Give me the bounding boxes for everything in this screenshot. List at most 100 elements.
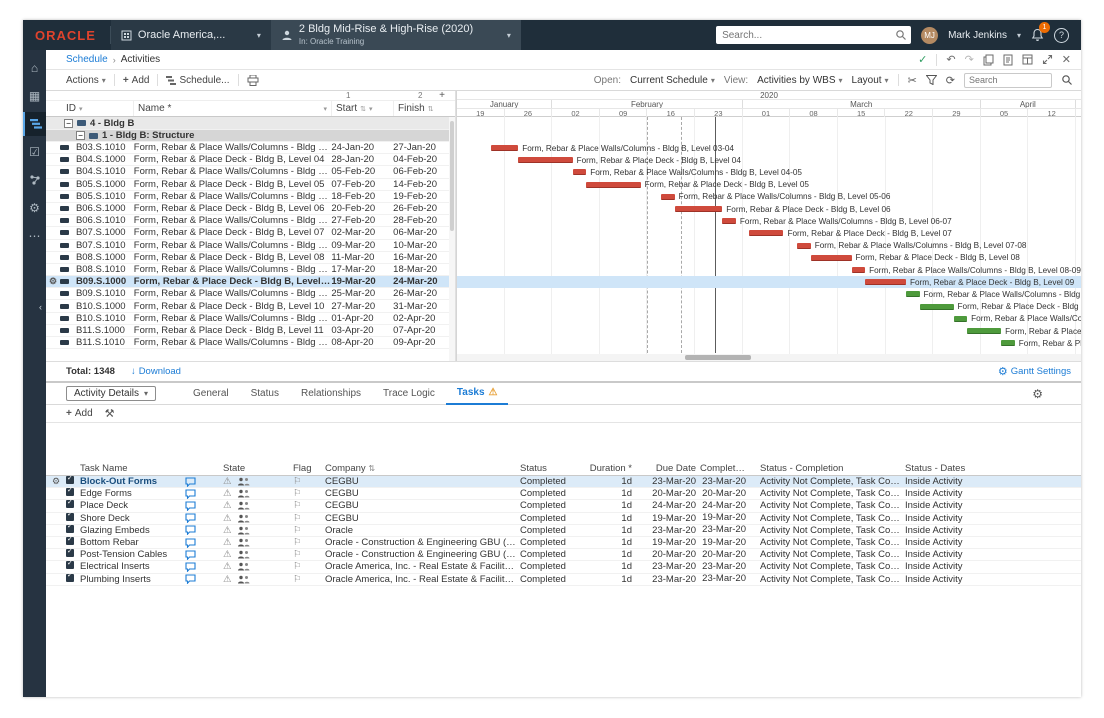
column-header-start[interactable]: Start⇅▾: [332, 101, 394, 116]
collapse-panel-handle[interactable]: ‹: [39, 302, 42, 312]
column-header-due-date[interactable]: Due Date: [636, 463, 700, 474]
gantt-bar[interactable]: [749, 230, 783, 236]
group-row[interactable]: −4 - Bldg B: [46, 117, 455, 130]
task-checkbox[interactable]: [66, 488, 80, 499]
assignees-icon[interactable]: [237, 477, 250, 486]
gantt-horizontal-scrollbar[interactable]: [457, 354, 1081, 361]
expand-icon[interactable]: [1042, 54, 1053, 65]
gantt-bar[interactable]: [518, 157, 572, 163]
notifications-button[interactable]: 1: [1031, 28, 1044, 42]
gantt-bar[interactable]: [586, 182, 640, 188]
nav-settings-icon[interactable]: ⚙: [23, 196, 46, 220]
tools-icon[interactable]: ⚒: [105, 407, 115, 420]
add-task-button[interactable]: +Add: [66, 408, 93, 419]
gantt-bar[interactable]: [722, 218, 736, 224]
column-header-completed-date[interactable]: Completed Date: [700, 464, 750, 474]
org-selector[interactable]: Oracle America,... ▾: [111, 20, 271, 50]
gantt-bar[interactable]: [797, 243, 811, 249]
discussion-icon[interactable]: [185, 550, 205, 560]
nav-home-icon[interactable]: ⌂: [23, 56, 46, 80]
copy-page-icon[interactable]: [983, 54, 994, 66]
report-icon[interactable]: [1003, 54, 1013, 66]
tab-general[interactable]: General: [182, 383, 240, 405]
column-header-name[interactable]: Name *▾: [134, 101, 332, 116]
breadcrumb-schedule[interactable]: Schedule: [66, 54, 108, 65]
gantt-bar[interactable]: [811, 255, 852, 261]
activity-row[interactable]: B10.S.1010Form, Rebar & Place Walls/Colu…: [46, 313, 455, 325]
nav-dashboard-icon[interactable]: ▦: [23, 84, 46, 108]
assignees-icon[interactable]: [237, 562, 250, 571]
run-schedule-button[interactable]: Schedule...: [166, 75, 229, 86]
assignees-icon[interactable]: [237, 526, 250, 535]
task-row[interactable]: Glazing Embeds⚠⚐OracleCompleted1d23-Mar-…: [46, 525, 1081, 537]
column-header-status-dates[interactable]: Status - Dates: [905, 463, 1081, 474]
grid-view-icon[interactable]: [1022, 54, 1033, 65]
task-checkbox[interactable]: [66, 574, 80, 585]
gantt-timescale[interactable]: 2020 JanuaryFebruaryMarchApril 192602091…: [457, 91, 1081, 117]
flag-icon[interactable]: ⚐: [293, 561, 325, 572]
activity-row[interactable]: B11.S.1010Form, Rebar & Place Walls/Colu…: [46, 337, 455, 349]
view-select[interactable]: Activities by WBS▾: [757, 75, 842, 86]
refresh-icon[interactable]: ⟳: [946, 74, 955, 87]
activity-row[interactable]: B05.S.1010Form, Rebar & Place Walls/Colu…: [46, 191, 455, 203]
task-checkbox[interactable]: [66, 525, 80, 536]
task-checkbox[interactable]: [66, 513, 80, 524]
flag-icon[interactable]: ⚐: [293, 513, 325, 524]
gantt-settings-link[interactable]: ⚙Gantt Settings: [998, 365, 1071, 378]
task-row[interactable]: Post-Tension Cables⚠⚐Oracle - Constructi…: [46, 549, 1081, 561]
gantt-bar[interactable]: [865, 279, 906, 285]
gantt-bar[interactable]: [852, 267, 866, 273]
open-schedule-select[interactable]: Current Schedule▾: [630, 75, 715, 86]
column-header-status[interactable]: Status: [520, 463, 580, 474]
task-row[interactable]: Electrical Inserts⚠⚐Oracle America, Inc.…: [46, 561, 1081, 573]
activity-row[interactable]: B04.S.1010Form, Rebar & Place Walls/Colu…: [46, 166, 455, 178]
table-search-input[interactable]: [964, 73, 1052, 88]
discussion-icon[interactable]: [185, 538, 205, 548]
assignees-icon[interactable]: [237, 550, 250, 559]
assignees-icon[interactable]: [237, 514, 250, 523]
task-row[interactable]: ⚙Block-Out Forms⚠⚐CEGBUCompleted1d23-Mar…: [46, 476, 1081, 488]
task-row[interactable]: Plumbing Inserts⚠⚐Oracle America, Inc. -…: [46, 574, 1081, 586]
gantt-bar[interactable]: [1001, 340, 1015, 346]
column-header-flag[interactable]: Flag: [293, 463, 325, 474]
undo-icon[interactable]: ↶: [946, 53, 955, 66]
flag-icon[interactable]: ⚐: [293, 488, 325, 499]
discussion-icon[interactable]: [185, 477, 205, 487]
activity-row[interactable]: B11.S.1000Form, Rebar & Place Deck - Bld…: [46, 325, 455, 337]
tab-status[interactable]: Status: [240, 383, 290, 405]
column-header-status-completion[interactable]: Status - Completion: [750, 463, 905, 474]
close-icon[interactable]: ✕: [1062, 53, 1071, 66]
help-button[interactable]: ?: [1054, 28, 1069, 43]
gantt-bar[interactable]: [573, 169, 587, 175]
actions-menu-button[interactable]: Actions▾: [66, 75, 106, 86]
column-header-finish[interactable]: Finish⇅: [394, 101, 450, 116]
flag-icon[interactable]: ⚐: [293, 525, 325, 536]
activity-row[interactable]: ⚙B09.S.1000Form, Rebar & Place Deck - Bl…: [46, 276, 455, 288]
activity-row[interactable]: B08.S.1000Form, Rebar & Place Deck - Bld…: [46, 252, 455, 264]
discussion-icon[interactable]: [185, 574, 205, 584]
flag-icon[interactable]: ⚐: [293, 476, 325, 487]
download-link[interactable]: ↓Download: [131, 366, 181, 377]
flag-icon[interactable]: ⚐: [293, 537, 325, 548]
flag-icon[interactable]: ⚐: [293, 574, 325, 585]
discussion-icon[interactable]: [185, 501, 205, 511]
gantt-bar[interactable]: [675, 206, 723, 212]
flag-icon[interactable]: ⚐: [293, 500, 325, 511]
task-row[interactable]: Bottom Rebar⚠⚐Oracle - Construction & En…: [46, 537, 1081, 549]
assignees-icon[interactable]: [237, 538, 250, 547]
nav-tasks-icon[interactable]: ☑: [23, 140, 46, 164]
user-name[interactable]: Mark Jenkins: [948, 30, 1007, 41]
column-header-task-name[interactable]: Task Name: [80, 463, 185, 474]
task-checkbox[interactable]: [66, 537, 80, 548]
gantt-bar[interactable]: [967, 328, 1001, 334]
assignees-icon[interactable]: [237, 575, 250, 584]
flag-icon[interactable]: ⚐: [293, 549, 325, 560]
discussion-icon[interactable]: [185, 562, 205, 572]
activity-row[interactable]: B10.S.1000Form, Rebar & Place Deck - Bld…: [46, 300, 455, 312]
add-column-icon[interactable]: +: [439, 91, 445, 101]
task-checkbox[interactable]: [66, 500, 80, 511]
tab-trace-logic[interactable]: Trace Logic: [372, 383, 446, 405]
tab-relationships[interactable]: Relationships: [290, 383, 372, 405]
column-header-id[interactable]: ID▾: [46, 101, 134, 116]
activity-row[interactable]: B09.S.1010Form, Rebar & Place Walls/Colu…: [46, 288, 455, 300]
